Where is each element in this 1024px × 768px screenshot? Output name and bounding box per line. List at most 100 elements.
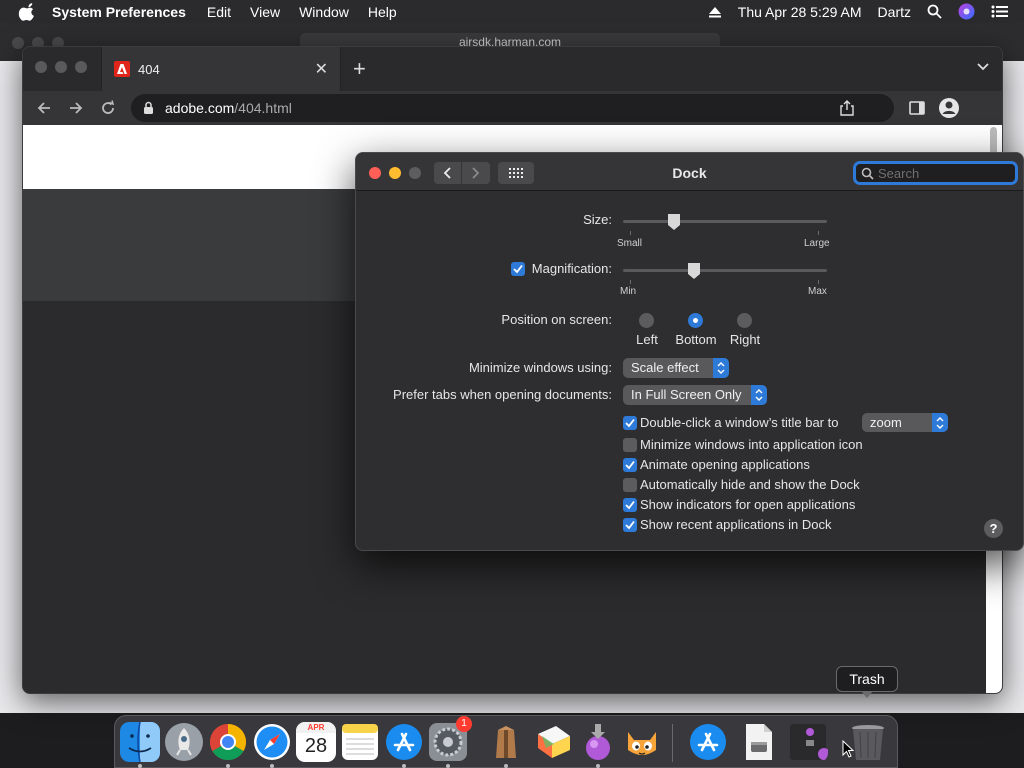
checkmark-icon [625, 500, 635, 510]
checkmark-icon [625, 520, 635, 530]
new-tab-button[interactable]: + [353, 56, 366, 82]
scratch-icon[interactable] [622, 722, 662, 762]
siri-icon[interactable] [958, 3, 975, 20]
auto-hide-dock-label[interactable]: Automatically hide and show the Dock [640, 477, 860, 492]
notes-icon[interactable] [340, 722, 380, 762]
disk-image-icon[interactable] [738, 722, 778, 762]
double-click-titlebar-label[interactable]: Double-click a window’s title bar to [640, 415, 838, 430]
help-button[interactable]: ? [984, 519, 1003, 538]
finder-icon[interactable] [120, 722, 160, 762]
double-click-titlebar-checkbox[interactable] [623, 416, 637, 430]
window-close-button[interactable] [35, 61, 47, 73]
eject-icon[interactable] [708, 6, 722, 18]
magnification-slider-knob[interactable] [687, 262, 701, 280]
url-domain: adobe.com [165, 100, 235, 116]
app-store-recent-icon[interactable] [688, 722, 728, 762]
app-store-icon[interactable] [384, 722, 424, 762]
minimize-label: Minimize windows using: [468, 360, 612, 375]
forward-arrow-icon[interactable] [67, 99, 85, 117]
search-field[interactable] [853, 161, 1018, 185]
checkmark-icon [625, 418, 635, 428]
mag-min-label: Min [620, 286, 637, 297]
dock-separator [672, 724, 673, 762]
running-indicator [270, 764, 274, 768]
menu-help[interactable]: Help [368, 4, 397, 20]
dock-preferences-window: Dock Size: Small Large Magnification: Mi… [355, 152, 1024, 551]
prefer-tabs-value: In Full Screen Only [631, 387, 742, 402]
menu-view[interactable]: View [250, 4, 280, 20]
installer-package-icon[interactable] [788, 722, 828, 762]
installer-icon[interactable] [578, 722, 618, 762]
system-preferences-icon[interactable]: 1 [428, 716, 472, 762]
address-bar[interactable]: adobe.com/404.html [131, 94, 894, 122]
url-text: adobe.com/404.html [165, 100, 292, 116]
archive-utility-icon[interactable] [486, 722, 526, 762]
mouse-cursor-icon [842, 740, 854, 758]
checkmark-icon [625, 460, 635, 470]
size-slider-track[interactable] [623, 220, 827, 223]
magnification-label: Magnification: [531, 261, 612, 276]
search-input[interactable] [878, 165, 998, 182]
trash-icon[interactable] [848, 722, 888, 762]
tab-bar: 404 ✕ + [23, 47, 1002, 91]
control-center-icon[interactable] [991, 5, 1008, 18]
magnification-checkbox[interactable] [511, 262, 525, 276]
clock[interactable]: Thu Apr 28 5:29 AM [738, 4, 862, 20]
updown-arrows-icon [932, 413, 948, 432]
search-icon [861, 167, 874, 180]
minimize-into-icon-checkbox[interactable] [623, 438, 637, 452]
magnification-slider-track[interactable] [623, 269, 827, 272]
animate-opening-label[interactable]: Animate opening applications [640, 457, 810, 472]
sidebar-toggle-icon[interactable] [908, 99, 926, 117]
minimize-into-icon-label[interactable]: Minimize windows into application icon [640, 437, 863, 452]
running-indicator [446, 764, 450, 768]
color-picker-icon[interactable] [534, 722, 574, 762]
running-indicator [596, 764, 600, 768]
size-max-label: Large [804, 238, 830, 249]
position-right-label: Right [729, 332, 761, 347]
window-zoom-button[interactable] [75, 61, 87, 73]
size-slider-knob[interactable] [667, 213, 681, 231]
updown-arrows-icon [751, 385, 767, 405]
running-indicator [226, 764, 230, 768]
position-left-radio[interactable] [639, 313, 654, 328]
menu-app-name[interactable]: System Preferences [52, 4, 186, 20]
window-minimize-button[interactable] [55, 61, 67, 73]
position-right-radio[interactable] [737, 313, 752, 328]
position-bottom-radio[interactable] [688, 313, 703, 328]
chevron-down-icon[interactable] [976, 59, 990, 73]
spotlight-search-icon[interactable] [927, 4, 942, 19]
size-label: Size: [583, 212, 612, 227]
calendar-icon[interactable]: APR 28 [296, 722, 336, 762]
show-indicators-label[interactable]: Show indicators for open applications [640, 497, 855, 512]
lock-icon [144, 101, 153, 114]
double-click-action-select[interactable]: zoom [862, 413, 948, 432]
profile-avatar-icon[interactable] [938, 97, 960, 119]
calendar-day: 28 [304, 735, 328, 757]
reload-icon[interactable] [99, 99, 117, 117]
url-path: /404.html [234, 100, 292, 116]
share-icon[interactable] [840, 100, 854, 116]
user-name[interactable]: Dartz [878, 4, 911, 20]
show-recent-apps-checkbox[interactable] [623, 518, 637, 532]
show-recent-apps-label[interactable]: Show recent applications in Dock [640, 517, 832, 532]
minimize-effect-select[interactable]: Scale effect [623, 358, 729, 378]
position-label: Position on screen: [501, 312, 612, 327]
tab-close-icon[interactable]: ✕ [315, 59, 328, 79]
safari-icon[interactable] [252, 722, 292, 762]
slider-tick [818, 231, 819, 235]
show-indicators-checkbox[interactable] [623, 498, 637, 512]
prefer-tabs-select[interactable]: In Full Screen Only [623, 385, 767, 405]
dock: APR 28 1 [114, 715, 898, 768]
auto-hide-dock-checkbox[interactable] [623, 478, 637, 492]
mag-max-label: Max [808, 286, 827, 297]
menu-window[interactable]: Window [299, 4, 349, 20]
back-arrow-icon[interactable] [35, 99, 53, 117]
apple-menu-icon[interactable] [18, 2, 38, 21]
menu-edit[interactable]: Edit [207, 4, 231, 20]
adobe-icon [114, 61, 130, 77]
animate-opening-checkbox[interactable] [623, 458, 637, 472]
tab-404[interactable]: 404 ✕ [101, 47, 341, 91]
chrome-icon[interactable] [208, 722, 248, 762]
launchpad-icon[interactable] [164, 722, 204, 762]
